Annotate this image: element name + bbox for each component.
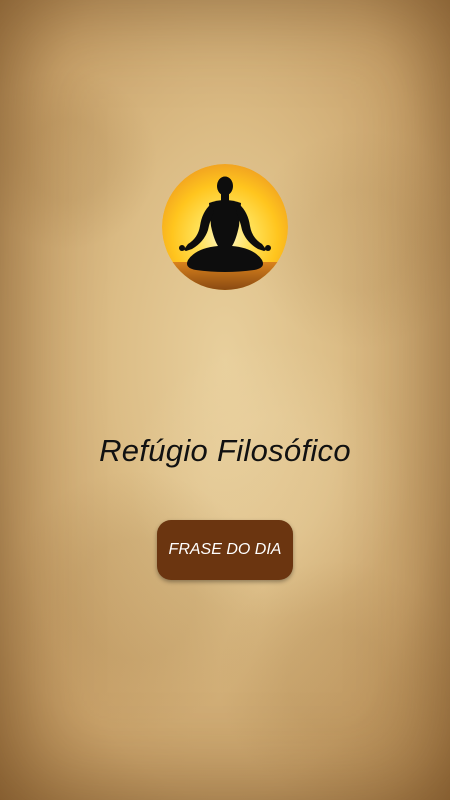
quote-of-day-button[interactable]: FRASE DO DIA	[157, 520, 293, 580]
meditation-silhouette-icon	[162, 164, 288, 290]
app-title: Refúgio Filosófico	[99, 433, 351, 468]
parchment-background	[0, 0, 450, 800]
background-vignette	[0, 0, 450, 800]
app-logo	[162, 164, 288, 290]
